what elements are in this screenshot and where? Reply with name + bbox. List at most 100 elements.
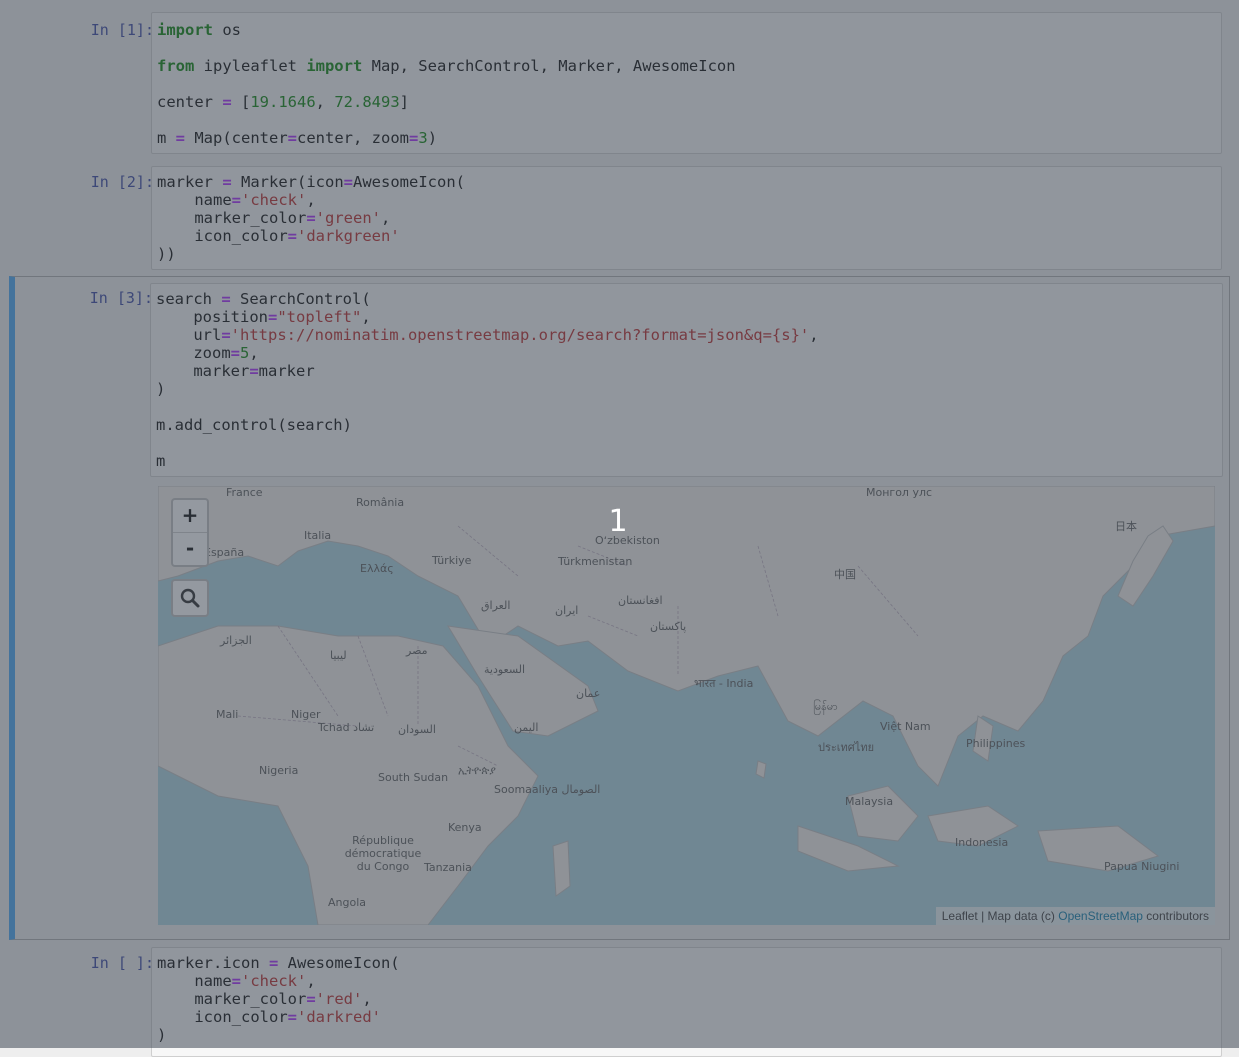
cell-prompt: In [2]: [90, 173, 154, 191]
step-number-badge: 1 [608, 504, 628, 539]
map-place-label: भारत - India [694, 677, 754, 690]
code-token: ) [157, 1026, 167, 1044]
code-token: , [315, 93, 335, 111]
map-place-label: العراق [481, 599, 511, 612]
zoom-out-button[interactable]: - [173, 532, 207, 565]
code-text: marker.icon = AwesomeIcon( name='check',… [152, 948, 1221, 1052]
map-place-label: Philippines [966, 737, 1026, 750]
code-token: "topleft" [277, 308, 362, 326]
code-token: = [287, 227, 297, 245]
code-token: , [362, 990, 372, 1008]
code-token: marker [156, 362, 250, 380]
code-token: 'green' [315, 209, 381, 227]
code-editor[interactable]: search = SearchControl( position="toplef… [150, 283, 1223, 477]
code-token: 'red' [315, 990, 363, 1008]
openstreetmap-link[interactable]: OpenStreetMap [1058, 909, 1143, 923]
code-token: = [409, 129, 419, 147]
map-place-label: ኢትዮጵያ [458, 764, 496, 777]
zoom-control: + - [171, 498, 209, 567]
code-cell-1[interactable]: In [1]: import os from ipyleaflet import… [10, 12, 1230, 154]
map-place-label: España [204, 546, 245, 559]
code-token: = [230, 344, 240, 362]
map-place-label: République démocratique du Congo [344, 834, 422, 873]
code-token: 19.1646 [250, 93, 316, 111]
code-token: 'darkred' [297, 1008, 381, 1026]
leaflet-map[interactable]: France România Italia Türkiye Ελλάς España Oʻz… [158, 486, 1215, 925]
code-cell-2[interactable]: In [2]: marker = Marker(icon=AwesomeIcon… [10, 166, 1230, 270]
code-token: AwesomeIcon( [353, 173, 465, 191]
map-place-label: Монгол улс [866, 486, 933, 499]
cell-prompt: In [ ]: [90, 954, 154, 972]
code-token: = [287, 1008, 297, 1026]
code-editor[interactable]: marker.icon = AwesomeIcon( name='check',… [151, 947, 1222, 1057]
code-token: = [221, 326, 231, 344]
map-place-label: مصر [406, 644, 428, 657]
search-icon [180, 588, 200, 608]
code-token: m.add_control(search) [156, 416, 352, 434]
map-place-label: Indonesia [955, 836, 1009, 849]
code-token: m [156, 452, 166, 470]
code-token: icon_color [157, 227, 288, 245]
code-token: 5 [240, 344, 250, 362]
code-token: = [175, 129, 186, 147]
code-token: marker [157, 173, 223, 191]
code-token: Map(center [185, 129, 288, 147]
code-token: center [157, 93, 223, 111]
code-token: , [306, 972, 316, 990]
map-place-label: Việt Nam [880, 720, 931, 733]
code-token: name [157, 191, 232, 209]
map-place-label: Angola [328, 896, 367, 909]
code-token: = [287, 129, 298, 147]
code-token: from [157, 57, 195, 75]
map-place-label: România [356, 496, 405, 509]
map-place-label: Soomaaliya الصومال [494, 783, 601, 796]
map-attribution: Leaflet | Map data (c) OpenStreetMap con… [935, 907, 1215, 925]
code-token: , [249, 344, 259, 362]
code-editor[interactable]: marker = Marker(icon=AwesomeIcon( name='… [151, 166, 1222, 270]
code-token: , [809, 326, 819, 344]
map-place-label: ليبيا [330, 649, 347, 662]
code-token: = [267, 308, 278, 326]
code-token: position [156, 308, 268, 326]
code-cell-4[interactable]: In [ ]: marker.icon = AwesomeIcon( name =… [10, 947, 1230, 1057]
map-place-label: Italia [304, 529, 332, 542]
code-token: marker_color [157, 209, 307, 227]
code-token: = [222, 173, 232, 191]
code-token: url [156, 326, 222, 344]
code-token: name [157, 972, 232, 990]
cell-prompt: In [3]: [89, 289, 153, 307]
map-place-label: افغانستان [618, 594, 663, 607]
code-token: = [249, 362, 259, 380]
code-token: search [156, 290, 222, 308]
map-place-label: الجزائر [220, 634, 252, 647]
map-tiles [158, 486, 1215, 925]
code-token: = [343, 173, 353, 191]
code-token: ] [399, 93, 410, 111]
code-token: = [222, 93, 232, 111]
code-token: zoom [156, 344, 231, 362]
code-token: = [306, 990, 316, 1008]
code-token: marker.icon [157, 954, 269, 972]
code-token: = [231, 191, 241, 209]
code-token: os [213, 21, 241, 39]
code-token: SearchControl( [230, 290, 371, 308]
attribution-prefix: Leaflet | Map data (c) [941, 909, 1059, 923]
map-place-label: Ελλάς [360, 562, 394, 575]
map-place-label: မြန်မာ [813, 700, 838, 713]
map-place-label: Türkmenistan [558, 555, 633, 568]
code-token: = [221, 290, 231, 308]
map-place-label: Tchad تشاد [318, 721, 375, 734]
code-token: import [157, 21, 213, 39]
map-place-label: اليمن [514, 721, 539, 734]
map-place-label: ایران [555, 604, 579, 617]
code-token: AwesomeIcon( [278, 954, 400, 972]
search-control-button[interactable] [171, 579, 209, 617]
code-editor[interactable]: import os from ipyleaflet import Map, Se… [151, 12, 1222, 154]
code-token: Map, SearchControl, Marker, AwesomeIcon [362, 57, 736, 75]
code-token: m [157, 129, 176, 147]
code-token: , [361, 308, 371, 326]
code-token: = [268, 954, 279, 972]
map-place-label: السودان [398, 723, 436, 736]
code-token: = [306, 209, 316, 227]
zoom-in-button[interactable]: + [173, 500, 207, 532]
